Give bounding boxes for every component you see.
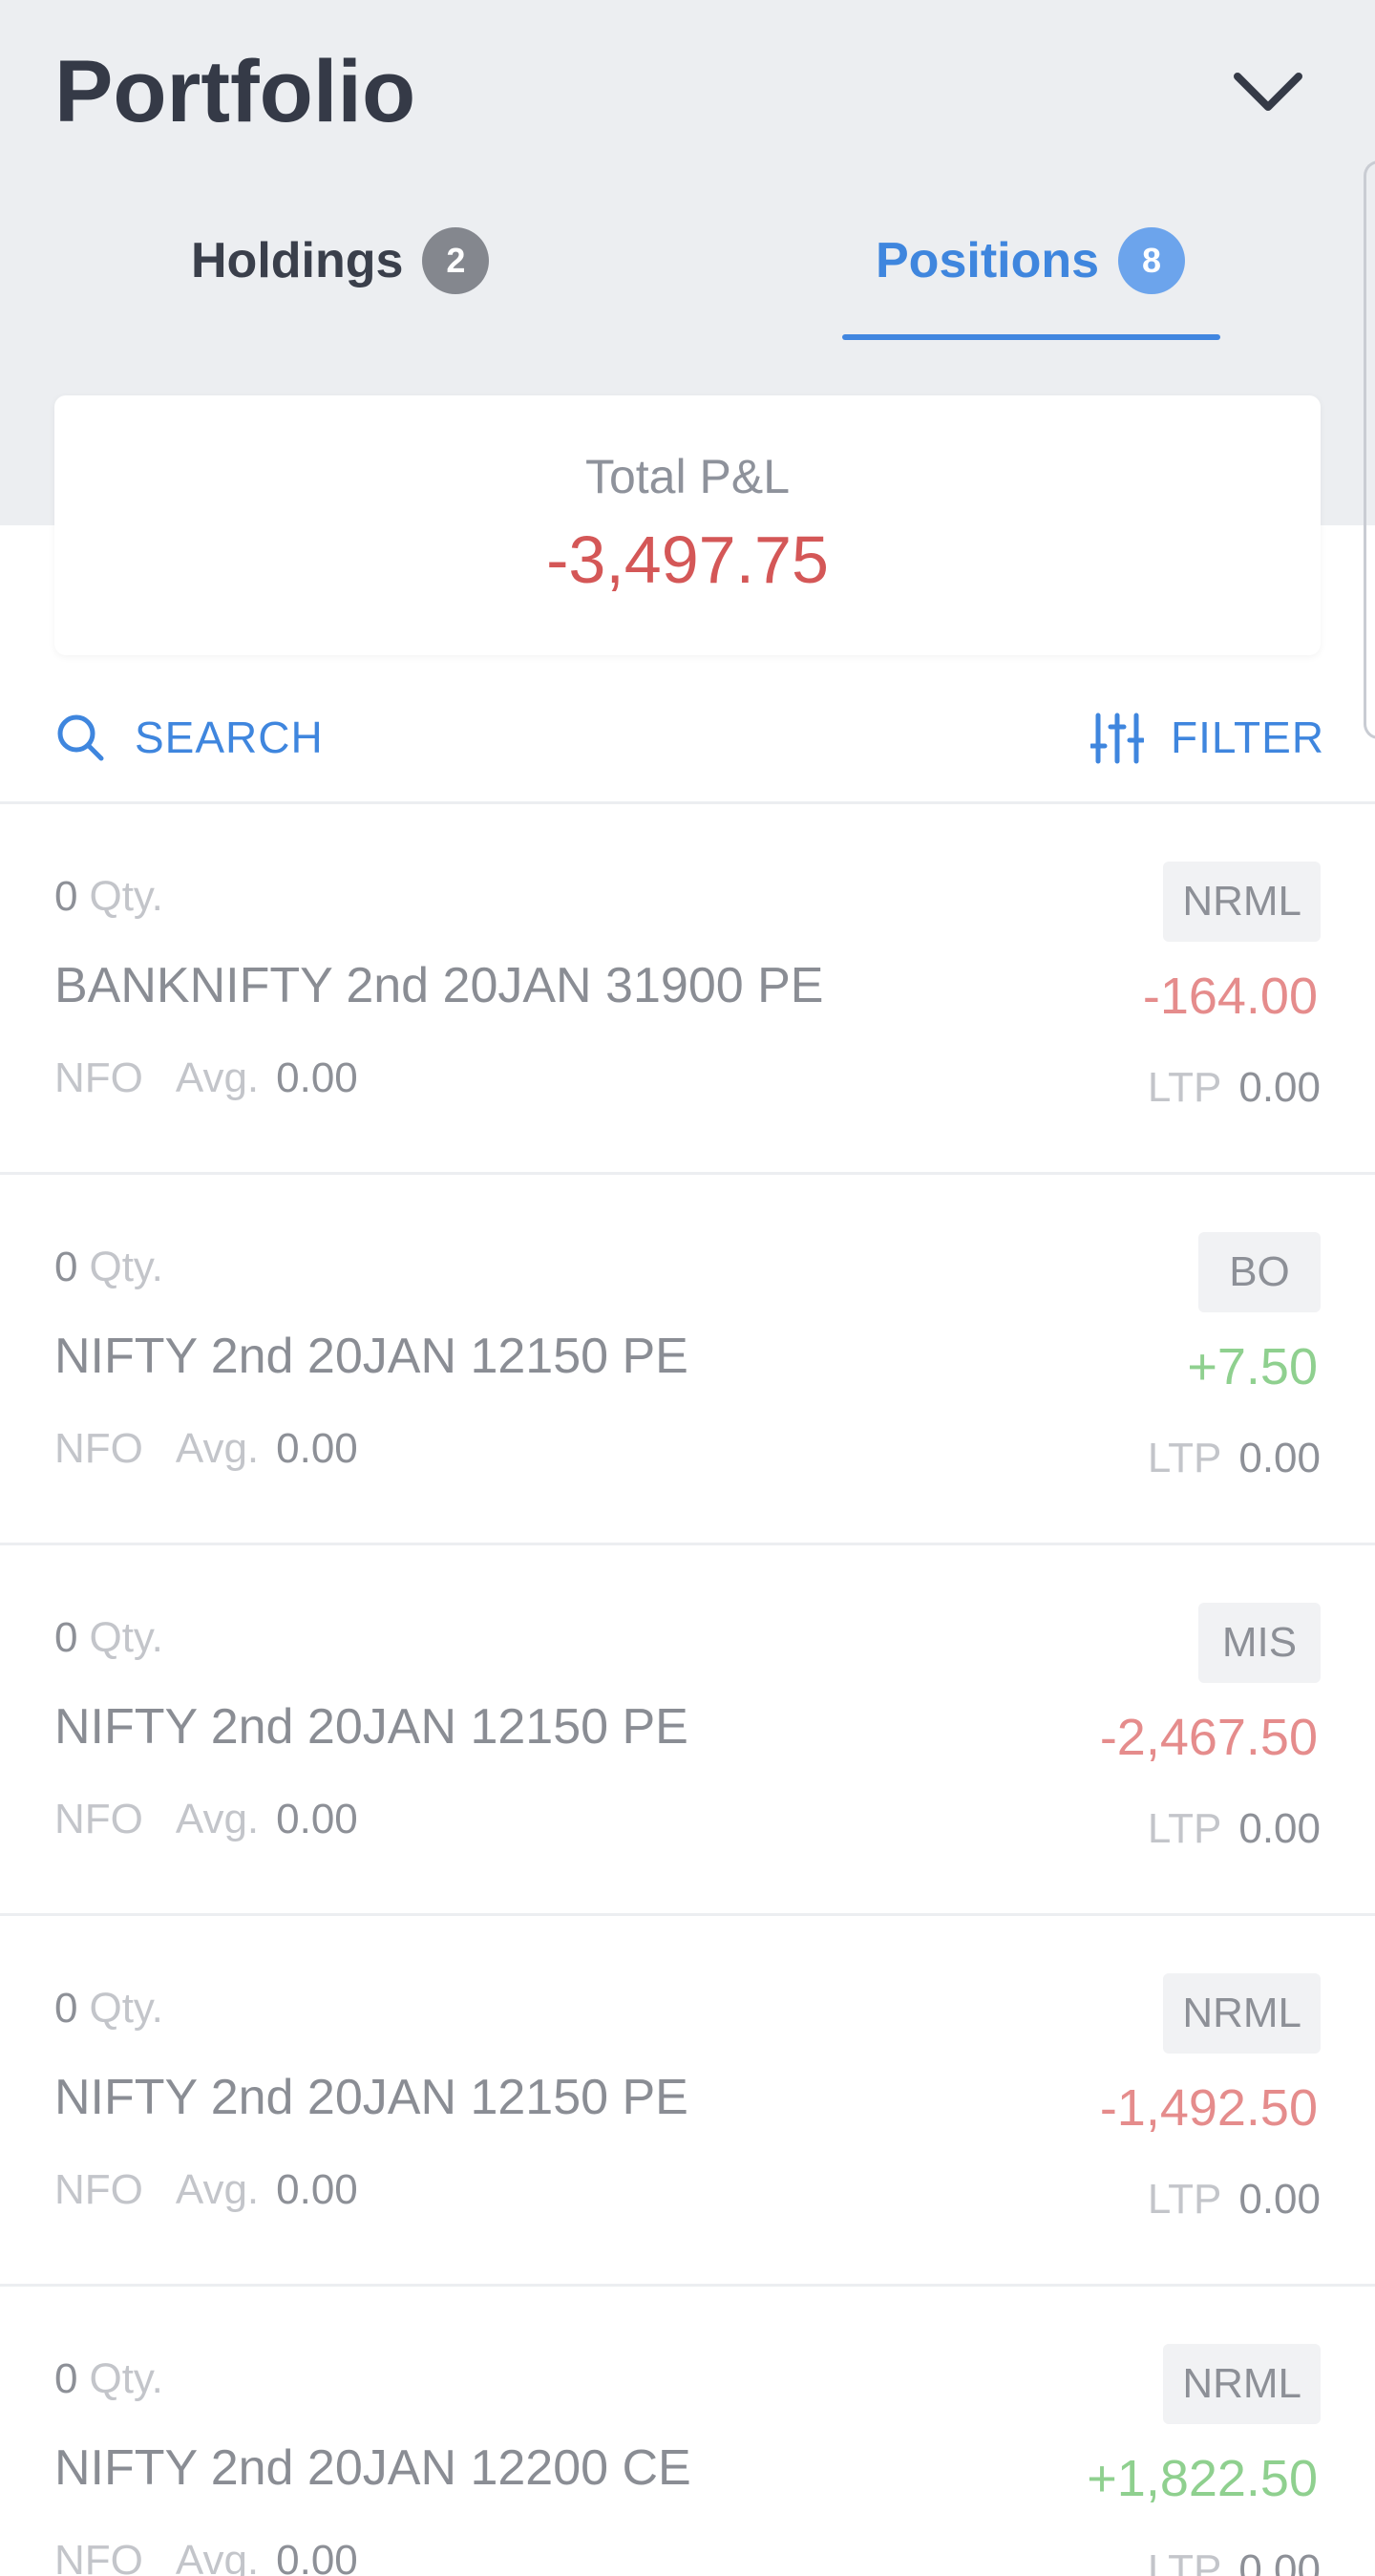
position-symbol: NIFTY 2nd 20JAN 12150 PE xyxy=(54,2070,688,2125)
search-button[interactable]: SEARCH xyxy=(135,709,324,766)
position-meta: NFO Avg. 0.00 xyxy=(54,2166,358,2213)
holdings-count-badge: 2 xyxy=(422,227,490,294)
position-row[interactable]: 0 Qty. BANKNIFTY 2nd 20JAN 31900 PE NFO Av… xyxy=(0,804,1375,1175)
filter-button[interactable]: FILTER xyxy=(1171,709,1324,766)
product-type-badge: NRML xyxy=(1163,2344,1321,2424)
position-row[interactable]: 0 Qty. NIFTY 2nd 20JAN 12150 PE NFO Avg. 0.… xyxy=(0,1916,1375,2287)
position-pnl: -2,467.50 xyxy=(1099,1709,1318,1766)
tab-positions[interactable]: Positions 8 xyxy=(876,218,1186,304)
position-qty: 0 Qty. xyxy=(54,1244,163,1290)
product-type-badge: MIS xyxy=(1198,1603,1321,1683)
position-meta: NFO Avg. 0.00 xyxy=(54,2537,358,2576)
position-ltp: LTP 0.00 xyxy=(1147,1064,1321,1111)
list-toolbar: SEARCH FILTER xyxy=(0,688,1375,802)
position-qty: 0 Qty. xyxy=(54,2355,163,2402)
position-meta: NFO Avg. 0.00 xyxy=(54,1796,358,1842)
search-icon[interactable] xyxy=(55,713,105,762)
position-pnl: +7.50 xyxy=(1187,1338,1318,1395)
position-ltp: LTP 0.00 xyxy=(1147,2176,1321,2223)
tab-holdings[interactable]: Holdings 2 xyxy=(191,218,490,304)
position-symbol: NIFTY 2nd 20JAN 12150 PE xyxy=(54,1699,688,1755)
tab-positions-label: Positions xyxy=(876,233,1100,288)
total-pnl-label: Total P&L xyxy=(584,450,790,503)
position-pnl: +1,822.50 xyxy=(1087,2450,1318,2507)
active-tab-indicator xyxy=(842,334,1220,340)
positions-count-badge: 8 xyxy=(1118,227,1186,294)
position-symbol: BANKNIFTY 2nd 20JAN 31900 PE xyxy=(54,958,824,1013)
position-meta: NFO Avg. 0.00 xyxy=(54,1054,358,1101)
product-type-badge: BO xyxy=(1198,1232,1321,1312)
total-pnl-card: Total P&L -3,497.75 xyxy=(54,395,1321,655)
scroll-edge xyxy=(1364,160,1375,739)
position-ltp: LTP 0.00 xyxy=(1147,2546,1321,2576)
product-type-badge: NRML xyxy=(1163,862,1321,942)
position-symbol: NIFTY 2nd 20JAN 12200 CE xyxy=(54,2440,691,2496)
position-pnl: -1,492.50 xyxy=(1099,2079,1318,2137)
position-meta: NFO Avg. 0.00 xyxy=(54,1425,358,1472)
total-pnl-value: -3,497.75 xyxy=(546,522,829,597)
position-ltp: LTP 0.00 xyxy=(1147,1435,1321,1481)
positions-list: 0 Qty. BANKNIFTY 2nd 20JAN 31900 PE NFO Av… xyxy=(0,804,1375,2576)
position-ltp: LTP 0.00 xyxy=(1147,1805,1321,1852)
position-row[interactable]: 0 Qty. NIFTY 2nd 20JAN 12150 PE NFO Avg. 0.… xyxy=(0,1175,1375,1545)
tab-holdings-label: Holdings xyxy=(191,233,404,288)
chevron-down-icon[interactable] xyxy=(1230,63,1306,120)
position-qty: 0 Qty. xyxy=(54,1614,163,1661)
position-qty: 0 Qty. xyxy=(54,1985,163,2032)
position-qty: 0 Qty. xyxy=(54,873,163,920)
sliders-icon[interactable] xyxy=(1090,712,1144,765)
position-symbol: NIFTY 2nd 20JAN 12150 PE xyxy=(54,1329,688,1384)
position-pnl: -164.00 xyxy=(1142,968,1318,1025)
position-row[interactable]: 0 Qty. NIFTY 2nd 20JAN 12150 PE NFO Avg. 0.… xyxy=(0,1545,1375,1916)
position-row[interactable]: 0 Qty. NIFTY 2nd 20JAN 12200 CE NFO Avg. 0.… xyxy=(0,2287,1375,2576)
page-title: Portfolio xyxy=(54,43,416,140)
product-type-badge: NRML xyxy=(1163,1973,1321,2054)
